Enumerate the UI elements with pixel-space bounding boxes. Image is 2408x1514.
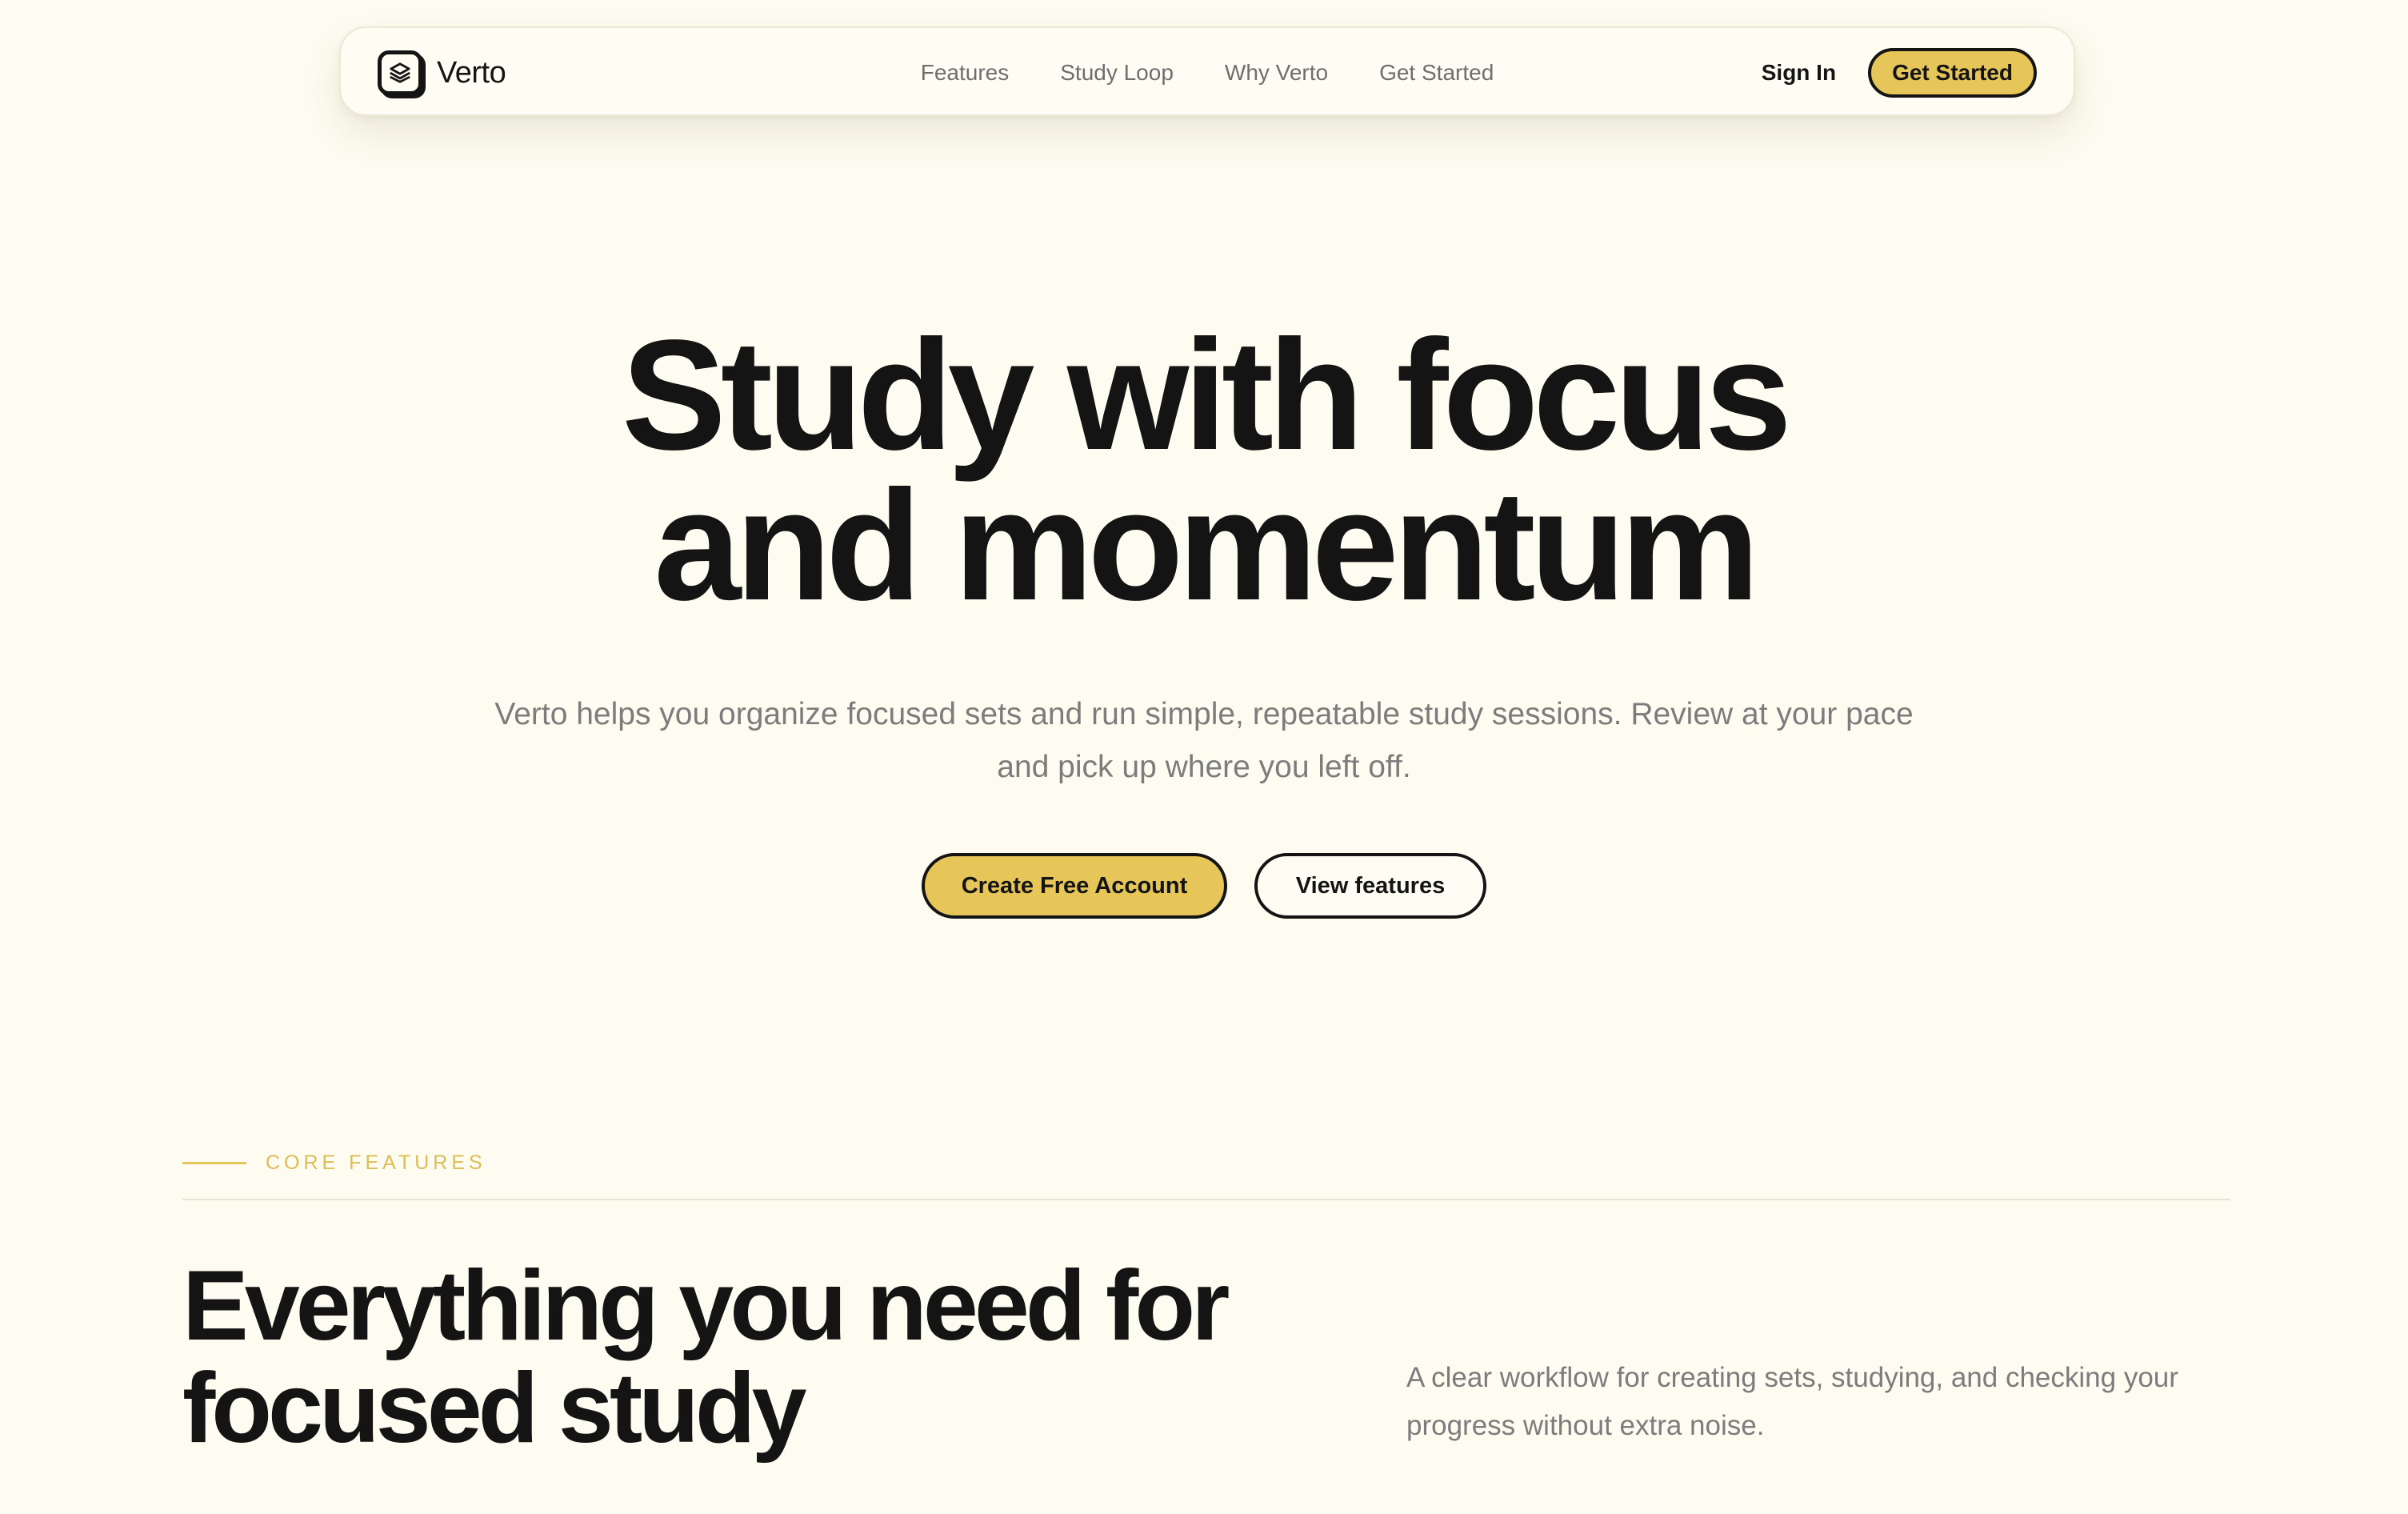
hero-title: Study with focus and momentum — [0, 307, 2408, 633]
nav-link-why-verto[interactable]: Why Verto — [1225, 60, 1328, 86]
view-features-button[interactable]: View features — [1254, 853, 1486, 919]
hero-title-line-1: Study with focus — [622, 307, 1792, 483]
get-started-button[interactable]: Get Started — [1868, 48, 2037, 98]
eyebrow-label: CORE FEATURES — [266, 1151, 486, 1174]
nav-actions: Sign In Get Started — [1762, 28, 2037, 118]
sign-in-link[interactable]: Sign In — [1762, 60, 1836, 86]
eyebrow-accent-line — [182, 1161, 246, 1164]
brand-name: Verto — [437, 55, 506, 90]
section-divider — [182, 1199, 2230, 1200]
create-free-account-button[interactable]: Create Free Account — [922, 853, 1227, 919]
layers-icon — [378, 50, 422, 95]
brand-home-link[interactable]: Verto — [378, 49, 506, 97]
nav-link-study-loop[interactable]: Study Loop — [1060, 60, 1174, 86]
features-title-line-2: focused study — [182, 1353, 807, 1464]
hero-title-line-2: and momentum — [654, 458, 1759, 633]
hero-actions: Create Free Account View features — [0, 853, 2408, 919]
nav-link-features[interactable]: Features — [921, 60, 1010, 86]
top-navbar: Verto Features Study Loop Why Verto Get … — [339, 26, 2075, 116]
hero-subtitle: Verto helps you organize focused sets an… — [494, 697, 1914, 784]
nav-link-get-started[interactable]: Get Started — [1379, 60, 1494, 86]
features-title-line-1: Everything you need for — [182, 1251, 1230, 1361]
features-section-title: Everything you need for focused study — [182, 1255, 1382, 1460]
features-section-description: A clear workflow for creating sets, stud… — [1406, 1362, 2178, 1441]
section-eyebrow: CORE FEATURES — [182, 1151, 486, 1175]
